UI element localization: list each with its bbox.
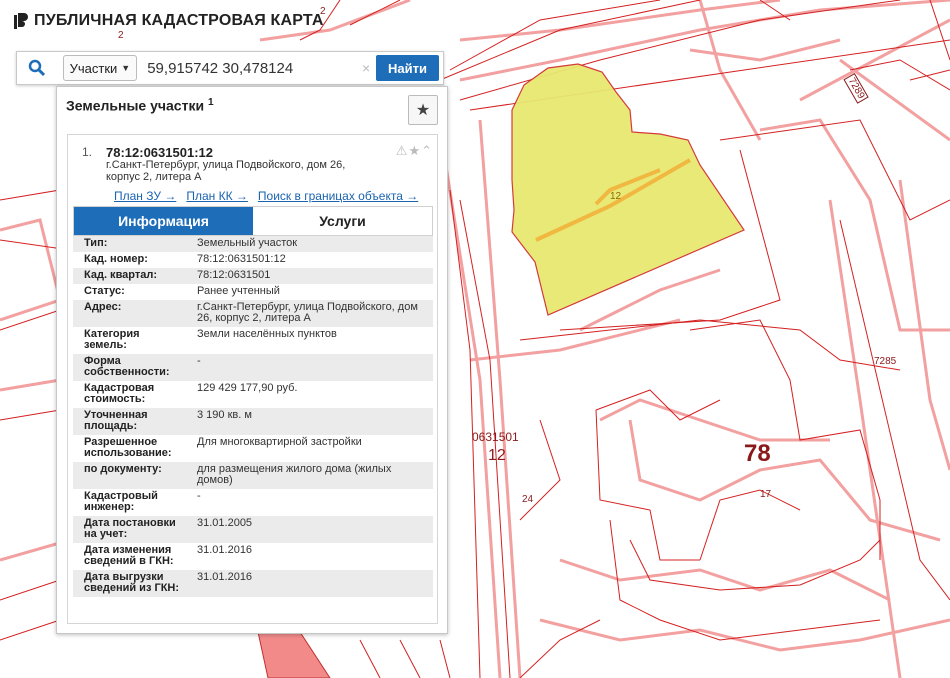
link-plan-kk[interactable]: План КК → (186, 189, 248, 203)
record-links: План ЗУ → План КК → Поиск в границах объ… (114, 189, 418, 203)
tab-info[interactable]: Информация (74, 207, 253, 235)
field-value: Для многоквартирной застройки (197, 436, 362, 448)
tab-services[interactable]: Услуги (253, 207, 432, 235)
search-icon (28, 59, 45, 77)
field-label: Дата изменения сведений в ГКН: (84, 544, 174, 567)
link-plan-zu[interactable]: План ЗУ → (114, 189, 176, 203)
field-label: Кад. номер: (84, 253, 148, 265)
record-action-icons[interactable]: ⚠★⌃ (396, 143, 433, 159)
table-row: по документу: для размещения жилого дома … (73, 462, 433, 489)
field-value-link[interactable]: 78:12:0631501:12 (189, 252, 433, 268)
clear-icon[interactable]: × (356, 60, 376, 76)
search-type-label: Участки (69, 60, 118, 76)
field-label: Дата постановки на учет: (84, 517, 176, 540)
field-value: Земли населённых пунктов (197, 328, 337, 340)
result-card: 1. 78:12:0631501:12 г.Санкт-Петербург, у… (67, 134, 438, 624)
table-row: Разрешенное использование: Для многокварт… (73, 435, 433, 462)
field-value: 31.01.2005 (197, 517, 253, 529)
field-value: 129 429 177,90 руб. (197, 382, 298, 394)
record-cad-number[interactable]: 78:12:0631501:12 (106, 145, 213, 160)
field-label: Уточненная площадь: (84, 409, 148, 432)
field-label: Адрес: (84, 301, 122, 313)
star-icon: ★ (415, 102, 431, 119)
table-row: Кад. номер: 78:12:0631501:12 (73, 252, 433, 268)
field-label: Тип: (84, 237, 108, 249)
record-address: г.Санкт-Петербург, улица Подвойского, до… (106, 159, 346, 183)
field-value: для размещения жилого дома (жилых домов) (197, 463, 392, 486)
map-label-2a: 2 (118, 30, 124, 41)
panel-title: Земельные участки 1 (66, 97, 214, 114)
panel-title-text: Земельные участки (66, 97, 205, 114)
table-row: Форма собственности: - (73, 354, 433, 381)
field-label: Кадастровый инженер: (84, 490, 158, 513)
find-button[interactable]: Найти (376, 55, 439, 81)
link-search-bounds[interactable]: Поиск в границах объекта → (258, 189, 418, 203)
result-count: 1 (207, 97, 214, 108)
field-label: по документу: (84, 463, 162, 475)
info-table: Тип: Земельный участок Кад. номер: 78:12:0… (73, 236, 433, 597)
map-label-plot: 12 (610, 191, 622, 202)
table-row: Кадастровый инженер: - (73, 489, 433, 516)
search-type-select[interactable]: Участки ▼ (62, 55, 138, 81)
map-label-block: 0631501 (472, 430, 519, 444)
field-value: 3 190 кв. м (197, 409, 252, 421)
favorites-button[interactable]: ★ (408, 95, 438, 125)
app-title-text: ПУБЛИЧНАЯ КАДАСТРОВАЯ КАРТА (34, 12, 324, 29)
field-value: - (197, 355, 201, 367)
table-row: Дата постановки на учет: 31.01.2005 (73, 516, 433, 543)
field-label: Форма собственности: (84, 355, 170, 378)
map-label-24: 24 (522, 494, 534, 505)
table-row: Категория земель: Земли населённых пункто… (73, 327, 433, 354)
field-label: Разрешенное использование: (84, 436, 172, 459)
results-panel: Земельные участки 1 ★ 1. 78:12:0631501:1… (56, 86, 448, 634)
search-bar: Участки ▼ × Найти (16, 51, 444, 85)
table-row: Статус: Ранее учтенный (73, 284, 433, 300)
map-label-7285: 7285 (874, 356, 897, 367)
field-value-link[interactable]: 78:12:0631501 (189, 268, 433, 284)
field-value: г.Санкт-Петербург, улица Подвойского, до… (197, 301, 418, 324)
field-value: 31.01.2016 (197, 544, 253, 556)
field-value: Земельный участок (197, 237, 298, 249)
search-icon-button[interactable] (17, 52, 57, 84)
map-label-block-number: 12 (488, 447, 506, 464)
table-row: Тип: Земельный участок (73, 236, 433, 252)
table-row: Кадастровая стоимость: 129 429 177,90 руб… (73, 381, 433, 408)
record-number: 1. (82, 145, 93, 159)
map-label-region: 78 (744, 440, 771, 467)
field-value: Ранее учтенный (197, 285, 280, 297)
field-label: Дата выгрузки сведений из ГКН: (84, 571, 180, 594)
table-row: Дата выгрузки сведений из ГКН: 31.01.2016 (73, 570, 433, 597)
search-input[interactable] (137, 56, 357, 80)
field-value: 31.01.2016 (197, 571, 253, 583)
field-label: Статус: (84, 285, 125, 297)
app-title: ПУБЛИЧНАЯ КАДАСТРОВАЯ КАРТА (14, 12, 324, 30)
table-row: Адрес: г.Санкт-Петербург, улица Подвойско… (73, 300, 433, 327)
logo-icon (14, 13, 28, 29)
table-row: Кад. квартал: 78:12:0631501 (73, 268, 433, 284)
field-label: Кадастровая стоимость: (84, 382, 155, 405)
chevron-down-icon: ▼ (121, 63, 131, 73)
info-tabs: Информация Услуги (73, 206, 433, 236)
table-row: Дата изменения сведений в ГКН: 31.01.2016 (73, 543, 433, 570)
table-row: Уточненная площадь: 3 190 кв. м (73, 408, 433, 435)
field-value: - (197, 490, 201, 502)
field-label: Кад. квартал: (84, 269, 158, 281)
map-label-17: 17 (760, 489, 772, 500)
field-label: Категория земель: (84, 328, 140, 351)
